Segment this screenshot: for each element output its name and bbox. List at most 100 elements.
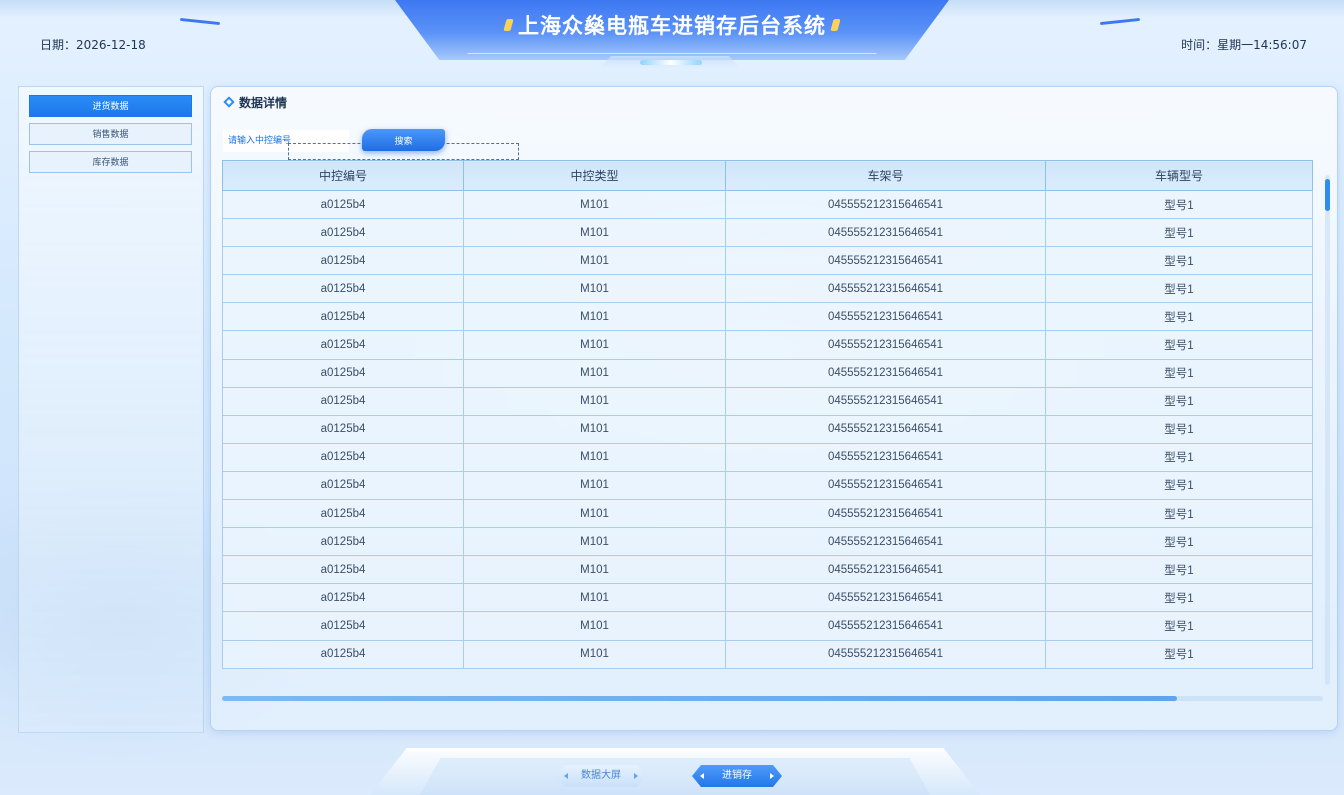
table-cell: M101 <box>463 246 726 276</box>
table-cell: 型号1 <box>1045 639 1313 669</box>
table-cell: a0125b4 <box>222 386 464 416</box>
footer-tab-inventory[interactable]: 进销存 <box>692 765 782 787</box>
table-cell: 045555212315646541 <box>725 189 1046 220</box>
table-cell: M101 <box>463 218 726 248</box>
horizontal-scrollbar-thumb[interactable] <box>222 696 1177 701</box>
deco-line-right <box>1099 17 1141 26</box>
table-cell: a0125b4 <box>222 414 464 444</box>
table-row[interactable]: a0125b4 M101 045555212315646541 型号1 <box>222 470 1313 501</box>
table-row[interactable]: a0125b4 M101 045555212315646541 型号1 <box>222 414 1313 444</box>
table-row[interactable]: a0125b4 M101 045555212315646541 型号1 <box>222 555 1313 585</box>
vertical-scrollbar-thumb[interactable] <box>1325 179 1330 211</box>
header: 上海众燊电瓶车进销存后台系统 日期：2026-12-18 时间：星期一14:56… <box>0 0 1344 80</box>
arrow-left-icon <box>700 773 704 779</box>
sidebar: 进货数据 销售数据 库存数据 <box>18 86 204 733</box>
table-cell: 045555212315646541 <box>725 302 1046 332</box>
data-table-wrapper: 中控编号 中控类型 车架号 车辆型号 a0125b4 M101 0455552123156… <box>222 160 1313 670</box>
table-cell: 型号1 <box>1045 302 1313 332</box>
table-cell: M101 <box>463 386 726 416</box>
table-cell: 型号1 <box>1045 583 1313 613</box>
table-row[interactable]: a0125b4 M101 045555212315646541 型号1 <box>222 358 1313 388</box>
table-cell: M101 <box>463 611 726 641</box>
table-row[interactable]: a0125b4 M101 045555212315646541 型号1 <box>222 442 1313 472</box>
table-cell: 型号1 <box>1045 274 1313 304</box>
table-cell: 045555212315646541 <box>725 218 1046 248</box>
table-row[interactable]: a0125b4 M101 045555212315646541 型号1 <box>222 302 1313 332</box>
table-row[interactable]: a0125b4 M101 045555212315646541 型号1 <box>222 330 1313 360</box>
table-row[interactable]: a0125b4 M101 045555212315646541 型号1 <box>222 274 1313 304</box>
search-button[interactable]: 搜索 <box>362 129 445 151</box>
footer-tab-label: 数据大屏 <box>581 770 621 781</box>
table-cell: 型号1 <box>1045 246 1313 276</box>
table-cell: a0125b4 <box>222 358 464 388</box>
table-cell: 045555212315646541 <box>725 246 1046 276</box>
table-cell: M101 <box>463 470 726 501</box>
table-row[interactable]: a0125b4 M101 045555212315646541 型号1 <box>222 218 1313 248</box>
data-table: 中控编号 中控类型 车架号 车辆型号 a0125b4 M101 0455552123156… <box>222 160 1313 669</box>
table-row[interactable]: a0125b4 M101 045555212315646541 型号1 <box>222 499 1313 529</box>
table-cell: 型号1 <box>1045 330 1313 360</box>
title-dot-right-icon <box>830 19 841 31</box>
table-cell: 型号1 <box>1045 414 1313 444</box>
footer-inner <box>420 758 930 795</box>
table-cell: a0125b4 <box>222 246 464 276</box>
table-cell: 045555212315646541 <box>725 555 1046 585</box>
table-cell: a0125b4 <box>222 527 464 557</box>
table-cell: 型号1 <box>1045 442 1313 472</box>
sidebar-item-purchase-data[interactable]: 进货数据 <box>29 95 192 117</box>
sidebar-item-inventory-data[interactable]: 库存数据 <box>29 151 192 173</box>
table-cell: M101 <box>463 442 726 472</box>
panel-title: 数据详情 <box>223 94 288 111</box>
table-cell: 型号1 <box>1045 386 1313 416</box>
sidebar-item-sales-data[interactable]: 销售数据 <box>29 123 192 145</box>
table-cell: a0125b4 <box>222 611 464 641</box>
table-cell: M101 <box>463 639 726 669</box>
table-cell: 型号1 <box>1045 358 1313 388</box>
diamond-icon <box>223 96 235 108</box>
column-header: 车架号 <box>725 160 1046 191</box>
table-row[interactable]: a0125b4 M101 045555212315646541 型号1 <box>222 189 1313 220</box>
page-title-text: 上海众燊电瓶车进销存后台系统 <box>518 14 826 38</box>
table-row[interactable]: a0125b4 M101 045555212315646541 型号1 <box>222 639 1313 669</box>
arrow-right-icon <box>770 773 774 779</box>
table-cell: 型号1 <box>1045 555 1313 585</box>
table-cell: M101 <box>463 330 726 360</box>
column-header: 中控编号 <box>222 160 464 191</box>
table-row[interactable]: a0125b4 M101 045555212315646541 型号1 <box>222 527 1313 557</box>
table-cell: 045555212315646541 <box>725 639 1046 669</box>
deco-line-left <box>179 17 221 26</box>
panel-title-text: 数据详情 <box>239 96 288 110</box>
table-cell: a0125b4 <box>222 302 464 332</box>
table-cell: 045555212315646541 <box>725 414 1046 444</box>
table-cell: 045555212315646541 <box>725 527 1046 557</box>
table-cell: M101 <box>463 583 726 613</box>
table-cell: M101 <box>463 555 726 585</box>
vertical-scrollbar-track[interactable] <box>1325 175 1330 685</box>
arrow-left-icon <box>564 773 568 779</box>
table-row[interactable]: a0125b4 M101 045555212315646541 型号1 <box>222 386 1313 416</box>
data-detail-panel: 数据详情 搜索 中控编号中控类型车架号车辆型号 a0125b4M10104555… <box>210 86 1338 731</box>
table-row[interactable]: a0125b4 M101 045555212315646541 型号1 <box>222 246 1313 276</box>
table-cell: M101 <box>463 189 726 220</box>
table-cell: 型号1 <box>1045 189 1313 220</box>
table-cell: 045555212315646541 <box>725 358 1046 388</box>
time-label: 时间：星期一14:56:07 <box>1181 38 1307 52</box>
table-cell: 045555212315646541 <box>725 386 1046 416</box>
column-header: 中控类型 <box>463 160 726 191</box>
table-header-row: 中控编号 中控类型 车架号 车辆型号 <box>222 160 1313 191</box>
table-row[interactable]: a0125b4 M101 045555212315646541 型号1 <box>222 583 1313 613</box>
table-cell: a0125b4 <box>222 274 464 304</box>
date-label: 日期：2026-12-18 <box>40 38 146 52</box>
table-cell: M101 <box>463 414 726 444</box>
table-cell: M101 <box>463 527 726 557</box>
table-cell: a0125b4 <box>222 189 464 220</box>
title-dot-left-icon <box>503 19 514 31</box>
table-cell: a0125b4 <box>222 330 464 360</box>
table-cell: a0125b4 <box>222 218 464 248</box>
table-cell: a0125b4 <box>222 442 464 472</box>
footer-tab-data-screen[interactable]: 数据大屏 <box>556 765 646 787</box>
table-cell: M101 <box>463 358 726 388</box>
table-row[interactable]: a0125b4 M101 045555212315646541 型号1 <box>222 611 1313 641</box>
table-cell: a0125b4 <box>222 470 464 501</box>
table-cell: 045555212315646541 <box>725 499 1046 529</box>
